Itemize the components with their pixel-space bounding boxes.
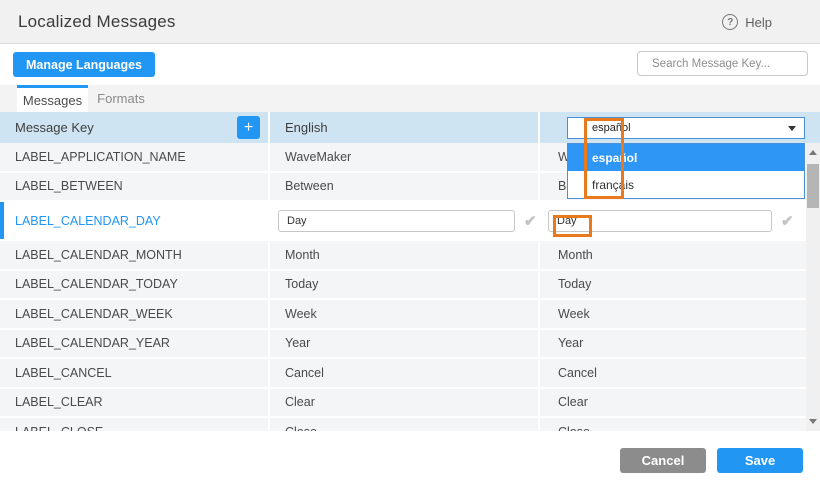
message-key-cell: LABEL_CALENDAR_YEAR	[0, 330, 270, 358]
message-key-cell: LABEL_CALENDAR_DAY	[0, 202, 270, 239]
localized-value-cell: Week	[540, 300, 806, 328]
message-key-cell: LABEL_CALENDAR_WEEK	[0, 300, 270, 328]
search-box[interactable]	[637, 51, 808, 76]
english-value-cell: Between	[270, 173, 540, 201]
tab-bar: Messages Formats	[0, 85, 820, 112]
search-input[interactable]	[652, 58, 806, 70]
title-bar: Localized Messages ? Help	[0, 0, 820, 44]
chevron-down-icon	[788, 126, 796, 131]
confirm-check-icon[interactable]: ✔	[781, 212, 794, 230]
table-row-selected[interactable]: LABEL_CALENDAR_DAY ✔ ✔	[0, 202, 806, 241]
page-title: Localized Messages	[18, 12, 176, 32]
language-select[interactable]: español	[567, 117, 805, 139]
column-header-message-key: Message Key +	[0, 112, 270, 143]
column-header-english: English	[270, 112, 540, 143]
confirm-check-icon[interactable]: ✔	[524, 212, 537, 230]
manage-languages-button[interactable]: Manage Languages	[13, 52, 155, 77]
english-value-cell: ✔	[270, 202, 540, 239]
message-key-cell: LABEL_CLOSE	[0, 418, 270, 431]
localized-value-cell: Close	[540, 418, 806, 431]
table-row[interactable]: LABEL_CLOSE Close Close	[0, 418, 806, 431]
english-value-cell: Close	[270, 418, 540, 431]
english-value-cell: Cancel	[270, 359, 540, 387]
english-edit-input[interactable]	[278, 210, 515, 232]
cancel-button[interactable]: Cancel	[620, 448, 706, 473]
english-value-cell: Week	[270, 300, 540, 328]
help-label: Help	[745, 15, 772, 30]
toolbar: Manage Languages	[0, 45, 820, 85]
tab-messages[interactable]: Messages	[17, 85, 88, 112]
localized-value-cell: Clear	[540, 389, 806, 417]
add-message-key-button[interactable]: +	[237, 116, 260, 139]
localized-messages-dialog: Localized Messages ? Help Manage Languag…	[0, 0, 820, 490]
table-row[interactable]: LABEL_CALENDAR_YEAR Year Year	[0, 330, 806, 360]
footer-bar: Cancel Save	[0, 431, 820, 490]
table-row[interactable]: LABEL_CALENDAR_MONTH Month Month	[0, 241, 806, 271]
english-value-cell: Clear	[270, 389, 540, 417]
tab-formats[interactable]: Formats	[88, 85, 154, 112]
message-key-cell: LABEL_APPLICATION_NAME	[0, 143, 270, 171]
localized-edit-input[interactable]	[548, 210, 772, 232]
vertical-scrollbar[interactable]	[806, 143, 820, 431]
message-key-header-label: Message Key	[15, 120, 94, 135]
localized-value-cell: Today	[540, 271, 806, 299]
language-select-value: español	[592, 122, 631, 134]
english-value-cell: Month	[270, 241, 540, 269]
localized-value-cell: Year	[540, 330, 806, 358]
message-key-cell: LABEL_CALENDAR_TODAY	[0, 271, 270, 299]
table-row[interactable]: LABEL_CLEAR Clear Clear	[0, 389, 806, 419]
message-key-cell: LABEL_CLEAR	[0, 389, 270, 417]
save-button[interactable]: Save	[717, 448, 803, 473]
table-row[interactable]: LABEL_CANCEL Cancel Cancel	[0, 359, 806, 389]
english-value-cell: Today	[270, 271, 540, 299]
message-key-cell: LABEL_CALENDAR_MONTH	[0, 241, 270, 269]
help-button[interactable]: ? Help	[722, 0, 772, 44]
plus-icon: +	[244, 119, 253, 136]
language-option-francais[interactable]: français	[568, 171, 804, 198]
english-value-cell: Year	[270, 330, 540, 358]
message-key-cell: LABEL_CANCEL	[0, 359, 270, 387]
message-key-cell: LABEL_BETWEEN	[0, 173, 270, 201]
language-dropdown-panel: español français	[567, 143, 805, 199]
scrollbar-thumb[interactable]	[807, 164, 819, 208]
help-icon: ?	[722, 14, 738, 30]
localized-value-cell: Month	[540, 241, 806, 269]
english-value-cell: WaveMaker	[270, 143, 540, 171]
english-header-label: English	[285, 120, 328, 135]
localized-value-cell: Cancel	[540, 359, 806, 387]
scroll-up-icon[interactable]	[809, 150, 817, 155]
language-option-espanol[interactable]: español	[568, 144, 804, 171]
table-row[interactable]: LABEL_CALENDAR_TODAY Today Today	[0, 271, 806, 301]
table-row[interactable]: LABEL_CALENDAR_WEEK Week Week	[0, 300, 806, 330]
localized-value-cell: ✔	[540, 202, 806, 239]
scroll-down-icon[interactable]	[809, 419, 817, 424]
